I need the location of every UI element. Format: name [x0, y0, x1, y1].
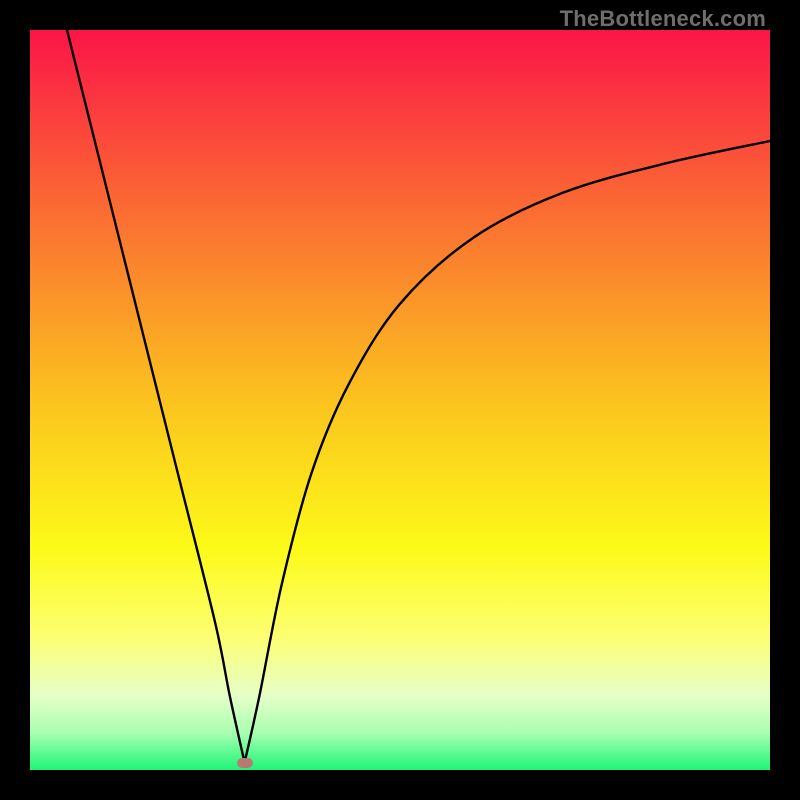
plot-area: [30, 30, 770, 770]
chart-frame: TheBottleneck.com: [0, 0, 800, 800]
curve-left-branch: [67, 30, 245, 763]
minimum-marker: [237, 758, 253, 768]
watermark-text: TheBottleneck.com: [560, 6, 766, 32]
curve-right-branch: [245, 141, 770, 763]
curve-svg: [30, 30, 770, 770]
